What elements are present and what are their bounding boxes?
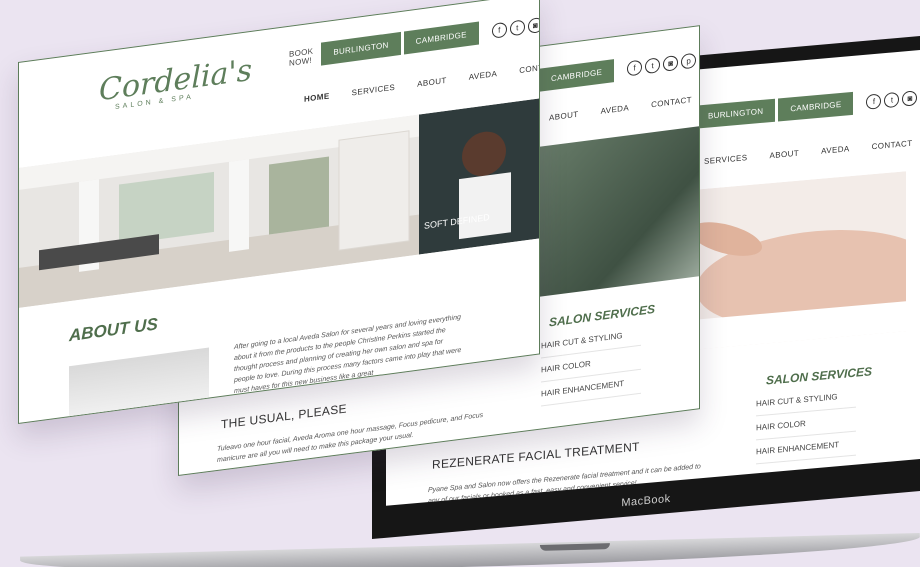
about-heading: ABOUT US [69, 314, 158, 346]
nav-contact[interactable]: CONTACT [651, 95, 692, 109]
laptop-services-title: SALON SERVICES [766, 364, 873, 388]
nav-contact[interactable]: CONTACT [519, 61, 540, 75]
nav-services[interactable]: SERVICES [352, 83, 396, 98]
package-subhead: THE USUAL, PLEASE [221, 401, 347, 432]
main-nav: HOME SERVICES ABOUT AVEDA CONTACT [304, 61, 540, 104]
nav-aveda[interactable]: AVEDA [821, 144, 850, 155]
base-notch [539, 543, 611, 551]
laptop-subhead: REZENERATE FACIAL TREATMENT [432, 439, 640, 472]
facebook-icon[interactable]: f [491, 21, 507, 39]
services-list: HAIR CUT & STYLING HAIR COLOR HAIR ENHAN… [541, 321, 641, 407]
laptop-base [20, 533, 920, 567]
social-links: f t ◙ p [491, 15, 540, 39]
twitter-icon[interactable]: t [645, 57, 661, 75]
windows [119, 171, 214, 245]
instagram-icon[interactable]: ◙ [527, 16, 540, 34]
model-body [459, 172, 511, 240]
lattice-wall [338, 130, 410, 251]
laptop-topbar: BURLINGTON CAMBRIDGE f t ◙ p [696, 85, 920, 129]
salon-hero-photo: SOFT DEFINED [19, 98, 539, 308]
location-tab-cambridge[interactable]: CAMBRIDGE [778, 91, 854, 122]
nav-home[interactable]: HOME [304, 91, 330, 103]
nav-aveda[interactable]: AVEDA [469, 69, 498, 82]
instagram-icon[interactable]: ◙ [902, 90, 918, 107]
location-tab-burlington[interactable]: BURLINGTON [321, 31, 401, 66]
location-tab-cambridge[interactable]: CAMBRIDGE [539, 59, 615, 92]
book-now-link[interactable]: BOOK NOW! [289, 46, 313, 67]
facebook-icon[interactable]: f [627, 59, 643, 77]
location-tab-burlington[interactable]: BURLINGTON [696, 98, 776, 129]
massage-photo [686, 171, 906, 351]
instagram-icon[interactable]: ◙ [663, 54, 679, 72]
twitter-icon[interactable]: t [509, 19, 525, 37]
services-topbar: CAMBRIDGE f t ◙ p [539, 49, 697, 92]
nav-about[interactable]: ABOUT [549, 110, 579, 123]
social-links: f t ◙ p [866, 89, 920, 110]
brand-logo[interactable]: Cordelia's SALON & SPA [99, 53, 252, 113]
laptop-nav: SERVICES ABOUT AVEDA CONTACT [704, 139, 912, 166]
nav-aveda[interactable]: AVEDA [601, 103, 630, 116]
social-links: f t ◙ p [627, 52, 697, 77]
home-page: BOOK NOW! BURLINGTON CAMBRIDGE f t ◙ p C… [18, 0, 540, 424]
shelving [269, 156, 329, 235]
laptop-services-list: HAIR CUT & STYLING HAIR COLOR HAIR ENHAN… [756, 383, 856, 465]
home-topbar: BOOK NOW! BURLINGTON CAMBRIDGE f t ◙ p [289, 11, 540, 70]
nav-services[interactable]: SERVICES [704, 153, 748, 166]
pillar [229, 159, 249, 252]
nav-about[interactable]: ABOUT [417, 76, 447, 89]
pinterest-icon[interactable]: p [681, 52, 697, 70]
location-tab-cambridge[interactable]: CAMBRIDGE [403, 21, 479, 55]
services-nav: ABOUT AVEDA CONTACT [549, 95, 692, 122]
facebook-icon[interactable]: f [866, 93, 882, 110]
twitter-icon[interactable]: t [884, 91, 900, 109]
nav-about[interactable]: ABOUT [770, 149, 800, 161]
showcase-scene: BURLINGTON CAMBRIDGE f t ◙ p SERVICES AB… [0, 0, 920, 567]
nav-contact[interactable]: CONTACT [872, 139, 913, 152]
